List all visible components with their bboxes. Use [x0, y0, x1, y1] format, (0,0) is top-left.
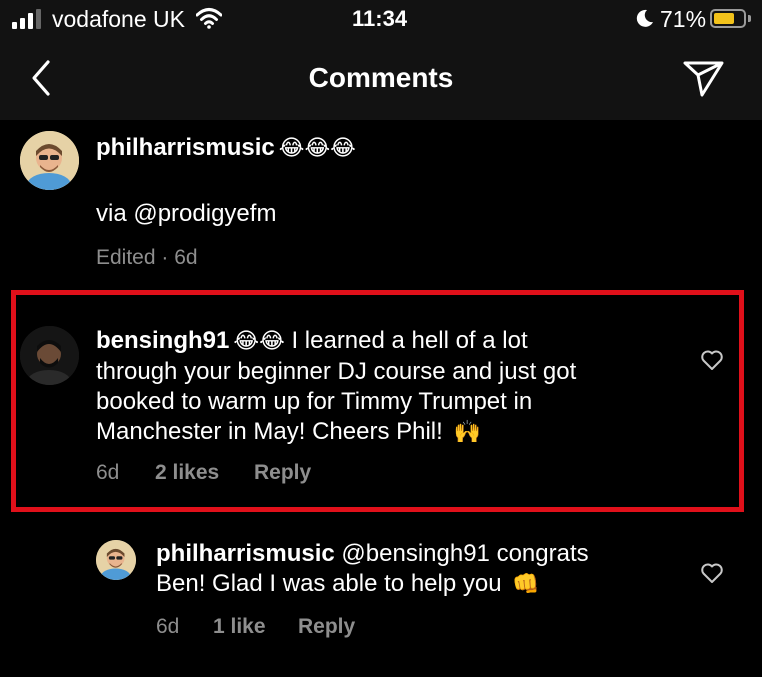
comment-username[interactable]: philharrismusic	[156, 540, 335, 567]
moon-icon	[636, 9, 653, 27]
comment-username[interactable]: bensingh91	[96, 327, 229, 354]
battery-icon	[710, 9, 746, 28]
heart-icon[interactable]	[700, 561, 724, 585]
fist-emoji: 👊	[512, 572, 540, 597]
avatar-image	[20, 326, 79, 385]
comment-time: 6d	[156, 615, 180, 638]
reply-button[interactable]: Reply	[298, 615, 355, 639]
likes-count[interactable]: 1 like	[213, 615, 266, 639]
battery-nub	[748, 15, 751, 22]
status-time: 11:34	[352, 6, 408, 31]
comment-line: through your beginner DJ course and just…	[96, 358, 577, 385]
direct-send-icon[interactable]	[680, 55, 726, 101]
avatar-image	[20, 131, 79, 190]
raised-hands-emoji: 🙌	[453, 420, 481, 445]
reply-button[interactable]: Reply	[254, 461, 311, 485]
battery-percentage: 71%	[660, 6, 707, 32]
signal-icon	[12, 9, 46, 29]
battery-fill	[714, 13, 734, 24]
comment-line: I learned a hell of a lot	[291, 327, 528, 354]
comment-line: congrats	[496, 540, 589, 567]
comment-line: booked to warm up for Timmy Trumpet in	[96, 388, 533, 415]
mention-link[interactable]: @bensingh91	[341, 540, 489, 567]
page-title: Comments	[308, 62, 454, 93]
wifi-icon	[196, 8, 222, 29]
avatar[interactable]	[20, 326, 79, 385]
carrier-label: vodafone UK	[52, 6, 185, 32]
comment-text: via @prodigyefm	[96, 200, 277, 227]
avatar-image	[96, 540, 136, 580]
comment-username[interactable]: philharrismusic	[96, 134, 275, 161]
comment-header: philharrismusic 😂😂😂	[96, 133, 356, 164]
laughing-emoji: 😂😂😂	[278, 136, 356, 161]
reply-body: philharrismusic @bensingh91 congrats Ben…	[156, 539, 676, 600]
likes-count[interactable]: 2 likes	[155, 461, 219, 485]
comment-body: bensingh91 😂😂 I learned a hell of a lot t…	[96, 326, 656, 448]
comment-line: Manchester in May! Cheers Phil!	[96, 418, 443, 445]
laughing-emoji: 😂😂	[233, 329, 285, 354]
avatar[interactable]	[20, 131, 79, 190]
heart-icon[interactable]	[700, 348, 724, 372]
avatar[interactable]	[96, 540, 136, 580]
comment-meta-edited: Edited · 6d	[96, 246, 198, 269]
comment-time: 6d	[96, 461, 120, 484]
comment-line: Ben! Glad I was able to help you	[156, 570, 502, 597]
